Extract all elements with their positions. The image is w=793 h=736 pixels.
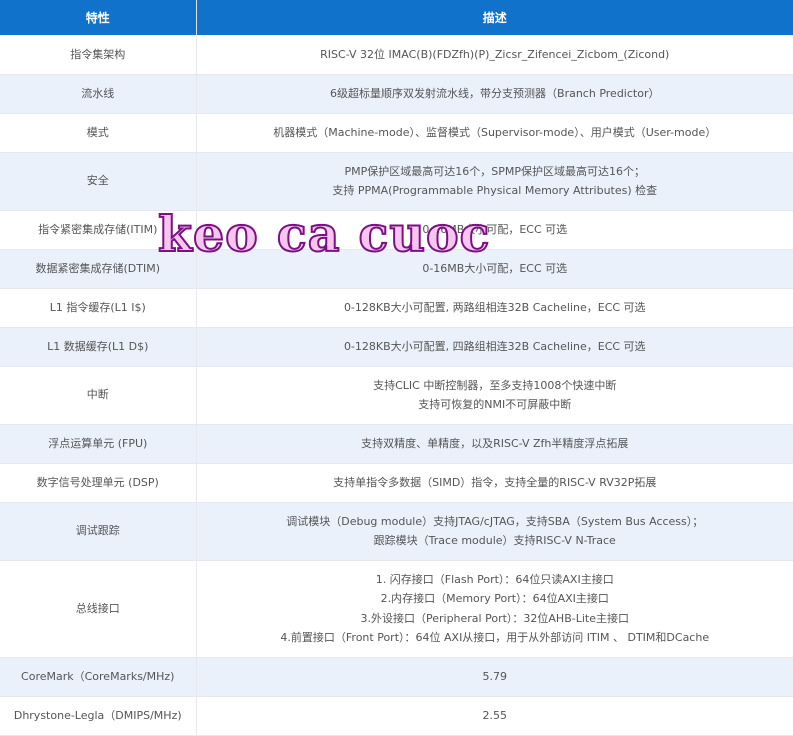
description-line: 0-128KB大小可配置, 四路组相连32B Cacheline，ECC 可选 bbox=[343, 339, 646, 353]
table-row: 指令集架构 RISC-V 32位 IMAC(B)(FDZfh)(P)_Zicsr… bbox=[0, 35, 793, 75]
description-line: 支持单指令多数据（SIMD）指令，支持全量的RISC-V RV32P拓展 bbox=[333, 475, 657, 489]
spec-table: 特性 描述 指令集架构 RISC-V 32位 IMAC(B)(FDZfh)(P)… bbox=[0, 0, 793, 736]
description-line: 2.55 bbox=[482, 708, 508, 722]
description-cell: 支持CLIC 中断控制器，至多支持1008个快速中断 支持可恢复的NMI不可屏蔽… bbox=[196, 366, 793, 425]
description-cell: 6级超标量顺序双发射流水线，带分支预测器（Branch Predictor） bbox=[196, 74, 793, 114]
table-row: Dhrystone-Legla（DMIPS/MHz) 2.55 bbox=[0, 696, 793, 736]
table-row: L1 指令缓存(L1 I$) 0-128KB大小可配置, 两路组相连32B Ca… bbox=[0, 288, 793, 328]
description-cell: 支持双精度、单精度，以及RISC-V Zfh半精度浮点拓展 bbox=[196, 424, 793, 464]
description-cell: RISC-V 32位 IMAC(B)(FDZfh)(P)_Zicsr_Zifen… bbox=[196, 35, 793, 75]
description-cell: 0-128KB大小可配置, 两路组相连32B Cacheline，ECC 可选 bbox=[196, 288, 793, 328]
table-row: 总线接口 1. 闪存接口（Flash Port）：64位只读AXI主接口 2.内… bbox=[0, 560, 793, 658]
description-line: 3.外设接口（Peripheral Port）：32位AHB-Lite主接口 bbox=[360, 611, 629, 625]
description-line: 跟踪模块（Trace module）支持RISC-V N-Trace bbox=[373, 534, 616, 547]
description-line: 调试模块（Debug module）支持JTAG/cJTAG，支持SBA（Sys… bbox=[286, 514, 704, 528]
feature-cell: 安全 bbox=[0, 152, 197, 211]
feature-cell: L1 指令缓存(L1 I$) bbox=[0, 288, 197, 328]
table-row: 模式 机器模式（Machine-mode）、监督模式（Supervisor-mo… bbox=[0, 113, 793, 153]
feature-cell: L1 数据缓存(L1 D$) bbox=[0, 327, 197, 367]
description-line: 1. 闪存接口（Flash Port）：64位只读AXI主接口 bbox=[375, 572, 614, 586]
table-row: CoreMark（CoreMarks/MHz) 5.79 bbox=[0, 657, 793, 697]
table-row: 流水线 6级超标量顺序双发射流水线，带分支预测器（Branch Predicto… bbox=[0, 74, 793, 114]
description-line: 支持双精度、单精度，以及RISC-V Zfh半精度浮点拓展 bbox=[361, 436, 629, 450]
description-cell: 5.79 bbox=[196, 657, 793, 697]
table-header-row: 特性 描述 bbox=[0, 0, 793, 35]
description-cell: 1. 闪存接口（Flash Port）：64位只读AXI主接口 2.内存接口（M… bbox=[196, 560, 793, 658]
description-line: 0-128KB大小可配置, 两路组相连32B Cacheline，ECC 可选 bbox=[343, 300, 646, 314]
description-line: 支持CLIC 中断控制器，至多支持1008个快速中断 bbox=[373, 378, 617, 392]
feature-cell: 浮点运算单元 (FPU) bbox=[0, 424, 197, 464]
watermark-text: keo ca cuoc bbox=[157, 205, 491, 263]
description-line: 2.内存接口（Memory Port）：64位AXI主接口 bbox=[380, 592, 609, 605]
description-line: 5.79 bbox=[482, 669, 508, 683]
feature-cell: 模式 bbox=[0, 113, 197, 153]
description-line: 4.前置接口（Front Port）：64位 AXI从接口，用于从外部访问 IT… bbox=[280, 631, 710, 644]
description-line: PMP保护区域最高可达16个，SPMP保护区域最高可达16个； bbox=[344, 164, 646, 178]
feature-cell: CoreMark（CoreMarks/MHz) bbox=[0, 657, 197, 697]
feature-cell: 中断 bbox=[0, 366, 197, 425]
table-row: 安全 PMP保护区域最高可达16个，SPMP保护区域最高可达16个； 支持 PP… bbox=[0, 152, 793, 211]
feature-cell: 调试跟踪 bbox=[0, 502, 197, 561]
feature-cell: 流水线 bbox=[0, 74, 197, 114]
description-cell: 2.55 bbox=[196, 696, 793, 736]
description-line: 6级超标量顺序双发射流水线，带分支预测器（Branch Predictor） bbox=[330, 86, 660, 100]
feature-cell: 总线接口 bbox=[0, 560, 197, 658]
description-line: 机器模式（Machine-mode）、监督模式（Supervisor-mode）… bbox=[273, 125, 717, 139]
description-cell: 0-128KB大小可配置, 四路组相连32B Cacheline，ECC 可选 bbox=[196, 327, 793, 367]
description-cell: 机器模式（Machine-mode）、监督模式（Supervisor-mode）… bbox=[196, 113, 793, 153]
table-row: 浮点运算单元 (FPU) 支持双精度、单精度，以及RISC-V Zfh半精度浮点… bbox=[0, 424, 793, 464]
description-cell: 支持单指令多数据（SIMD）指令，支持全量的RISC-V RV32P拓展 bbox=[196, 463, 793, 503]
table-row: 调试跟踪 调试模块（Debug module）支持JTAG/cJTAG，支持SB… bbox=[0, 502, 793, 561]
description-line: 支持可恢复的NMI不可屏蔽中断 bbox=[418, 398, 572, 411]
table-row: L1 数据缓存(L1 D$) 0-128KB大小可配置, 四路组相连32B Ca… bbox=[0, 327, 793, 367]
table-row: 中断 支持CLIC 中断控制器，至多支持1008个快速中断 支持可恢复的NMI不… bbox=[0, 366, 793, 425]
table-row: 数字信号处理单元 (DSP) 支持单指令多数据（SIMD）指令，支持全量的RIS… bbox=[0, 463, 793, 503]
description-line: 支持 PPMA(Programmable Physical Memory Att… bbox=[332, 184, 658, 197]
feature-cell: 指令集架构 bbox=[0, 35, 197, 75]
header-feature: 特性 bbox=[0, 0, 197, 35]
feature-cell: Dhrystone-Legla（DMIPS/MHz) bbox=[0, 696, 197, 736]
feature-cell: 数字信号处理单元 (DSP) bbox=[0, 463, 197, 503]
description-cell: 调试模块（Debug module）支持JTAG/cJTAG，支持SBA（Sys… bbox=[196, 502, 793, 561]
description-line: RISC-V 32位 IMAC(B)(FDZfh)(P)_Zicsr_Zifen… bbox=[320, 47, 670, 61]
description-cell: PMP保护区域最高可达16个，SPMP保护区域最高可达16个； 支持 PPMA(… bbox=[196, 152, 793, 211]
header-description: 描述 bbox=[196, 0, 793, 35]
